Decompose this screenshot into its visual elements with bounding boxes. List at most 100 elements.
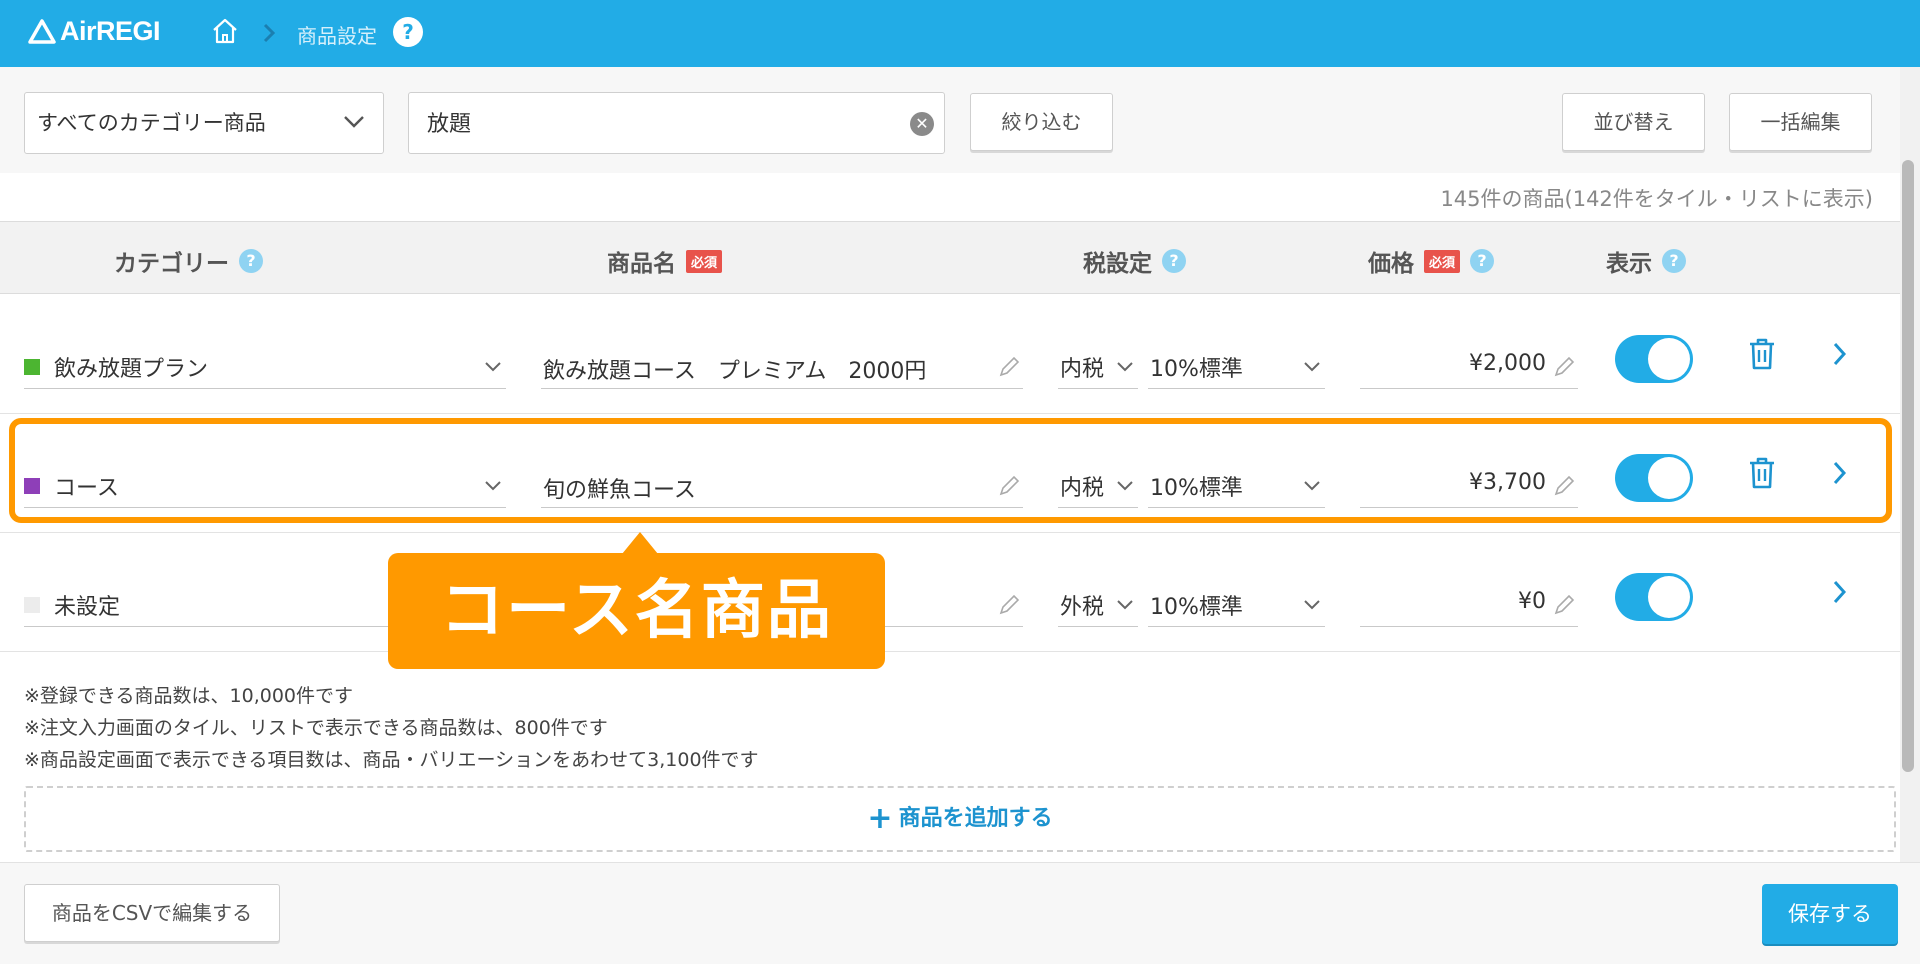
- filter-button[interactable]: 絞り込む: [970, 93, 1113, 151]
- help-icon[interactable]: ?: [393, 17, 423, 47]
- note-line: ※注文入力画面のタイル、リストで表示できる商品数は、800件です: [24, 717, 608, 739]
- category-select[interactable]: すべてのカテゴリー商品: [24, 92, 384, 154]
- toggle-knob: [1648, 338, 1690, 380]
- toggle-knob: [1648, 457, 1690, 499]
- price-field[interactable]: ¥0: [1360, 577, 1578, 627]
- category-value: 未設定: [54, 595, 121, 620]
- table-row: 飲み放題プラン 飲み放題コース プレミアム 2000円 内税 10%標準 ¥2,…: [0, 295, 1900, 414]
- search-box: ✕: [408, 92, 945, 154]
- footer-bar: [0, 862, 1920, 964]
- tax-type-dropdown[interactable]: 内税: [1058, 458, 1138, 508]
- price-field[interactable]: ¥3,700: [1360, 458, 1578, 508]
- category-color-swatch: [24, 359, 40, 375]
- toggle-knob: [1648, 576, 1690, 618]
- logo-triangle-icon: [28, 18, 56, 44]
- price-value: ¥3,700: [1469, 470, 1546, 495]
- add-product-label: 商品を追加する: [898, 806, 1053, 831]
- tax-rate-value: 10%標準: [1150, 595, 1243, 620]
- product-name-value: 飲み放題コース プレミアム 2000円: [543, 359, 927, 384]
- tax-type-dropdown[interactable]: 外税: [1058, 577, 1138, 627]
- display-toggle[interactable]: [1615, 335, 1693, 383]
- help-icon[interactable]: ?: [239, 249, 263, 273]
- category-select-value: すべてのカテゴリー商品: [37, 111, 266, 135]
- pencil-icon[interactable]: [1552, 593, 1576, 617]
- chevron-down-icon: [1117, 362, 1133, 372]
- tax-rate-value: 10%標準: [1150, 357, 1243, 382]
- tax-type-value: 内税: [1060, 357, 1105, 382]
- product-name-field[interactable]: 飲み放題コース プレミアム 2000円: [541, 339, 1023, 389]
- app-header: AirREGI 商品設定 ?: [0, 0, 1920, 67]
- pencil-icon[interactable]: [1552, 355, 1576, 379]
- chevron-down-icon: [1304, 600, 1320, 610]
- chevron-right-icon[interactable]: [1832, 341, 1848, 367]
- category-color-swatch: [24, 597, 40, 613]
- help-icon[interactable]: ?: [1162, 249, 1186, 273]
- chevron-down-icon: [1117, 600, 1133, 610]
- column-name: 商品名 必須: [607, 244, 723, 278]
- chevron-down-icon: [485, 481, 501, 491]
- product-name-value: 旬の鮮魚コース: [543, 478, 696, 503]
- required-badge: 必須: [1424, 249, 1461, 273]
- column-price: 価格 必須 ?: [1368, 244, 1495, 278]
- save-button[interactable]: 保存する: [1762, 884, 1898, 944]
- breadcrumb-current: 商品設定: [297, 24, 377, 48]
- tax-rate-dropdown[interactable]: 10%標準: [1148, 577, 1325, 627]
- column-name-label: 商品名: [607, 251, 676, 277]
- chevron-down-icon: [1304, 481, 1320, 491]
- tax-rate-value: 10%標準: [1150, 476, 1243, 501]
- csv-edit-button[interactable]: 商品をCSVで編集する: [24, 884, 280, 942]
- tax-rate-dropdown[interactable]: 10%標準: [1148, 339, 1325, 389]
- category-dropdown[interactable]: 飲み放題プラン: [24, 339, 506, 389]
- home-icon[interactable]: [210, 16, 240, 50]
- note-line: ※商品設定画面で表示できる項目数は、商品・バリエーションをあわせて3,100件で…: [24, 749, 759, 771]
- tax-type-value: 外税: [1060, 595, 1105, 620]
- required-badge: 必須: [686, 249, 723, 273]
- chevron-right-icon[interactable]: [1832, 460, 1848, 486]
- pencil-icon[interactable]: [1552, 474, 1576, 498]
- add-product-button[interactable]: + 商品を追加する: [24, 786, 1896, 852]
- bulk-edit-button[interactable]: 一括編集: [1729, 93, 1872, 151]
- display-toggle[interactable]: [1615, 573, 1693, 621]
- chevron-down-icon: [485, 362, 501, 372]
- table-row: 未設定 外税 10%標準 ¥0: [0, 533, 1900, 652]
- note-line: ※登録できる商品数は、10,000件です: [24, 685, 354, 707]
- pencil-icon[interactable]: [997, 474, 1021, 498]
- chevron-down-icon: [344, 116, 364, 128]
- column-tax: 税設定 ?: [1083, 244, 1186, 278]
- column-display: 表示 ?: [1606, 244, 1686, 278]
- category-color-swatch: [24, 478, 40, 494]
- price-field[interactable]: ¥2,000: [1360, 339, 1578, 389]
- chevron-down-icon: [1117, 481, 1133, 491]
- help-icon[interactable]: ?: [1662, 249, 1686, 273]
- scrollbar-thumb[interactable]: [1902, 160, 1914, 772]
- plus-icon: +: [867, 801, 893, 836]
- pencil-icon[interactable]: [997, 593, 1021, 617]
- table-row: コース 旬の鮮魚コース 内税 10%標準 ¥3,700: [0, 414, 1900, 533]
- tax-type-dropdown[interactable]: 内税: [1058, 339, 1138, 389]
- app-name: AirREGI: [60, 16, 161, 46]
- trash-icon[interactable]: [1747, 456, 1777, 490]
- column-tax-label: 税設定: [1083, 251, 1152, 277]
- chevron-right-icon[interactable]: [1832, 579, 1848, 605]
- product-name-field[interactable]: 旬の鮮魚コース: [541, 458, 1023, 508]
- callout-pointer: [622, 532, 658, 554]
- trash-icon[interactable]: [1747, 337, 1777, 371]
- column-display-label: 表示: [1606, 251, 1652, 277]
- sort-button[interactable]: 並び替え: [1562, 93, 1705, 151]
- clear-icon[interactable]: ✕: [910, 112, 934, 136]
- app-logo[interactable]: AirREGI: [28, 16, 161, 47]
- display-toggle[interactable]: [1615, 454, 1693, 502]
- table-header: カテゴリー ? 商品名 必須 税設定 ? 価格 必須 ? 表示 ?: [0, 221, 1900, 294]
- help-icon[interactable]: ?: [1470, 249, 1495, 273]
- pencil-icon[interactable]: [997, 355, 1021, 379]
- chevron-down-icon: [1304, 362, 1320, 372]
- search-input[interactable]: [427, 93, 887, 151]
- category-dropdown[interactable]: コース: [24, 458, 506, 508]
- category-value: 飲み放題プラン: [54, 357, 209, 382]
- column-category-label: カテゴリー: [114, 251, 229, 277]
- annotation-callout: コース名商品: [388, 553, 885, 669]
- price-value: ¥2,000: [1469, 351, 1546, 376]
- tax-rate-dropdown[interactable]: 10%標準: [1148, 458, 1325, 508]
- product-count: 145件の商品(142件をタイル・リストに表示): [1440, 187, 1873, 211]
- column-price-label: 価格: [1368, 251, 1414, 277]
